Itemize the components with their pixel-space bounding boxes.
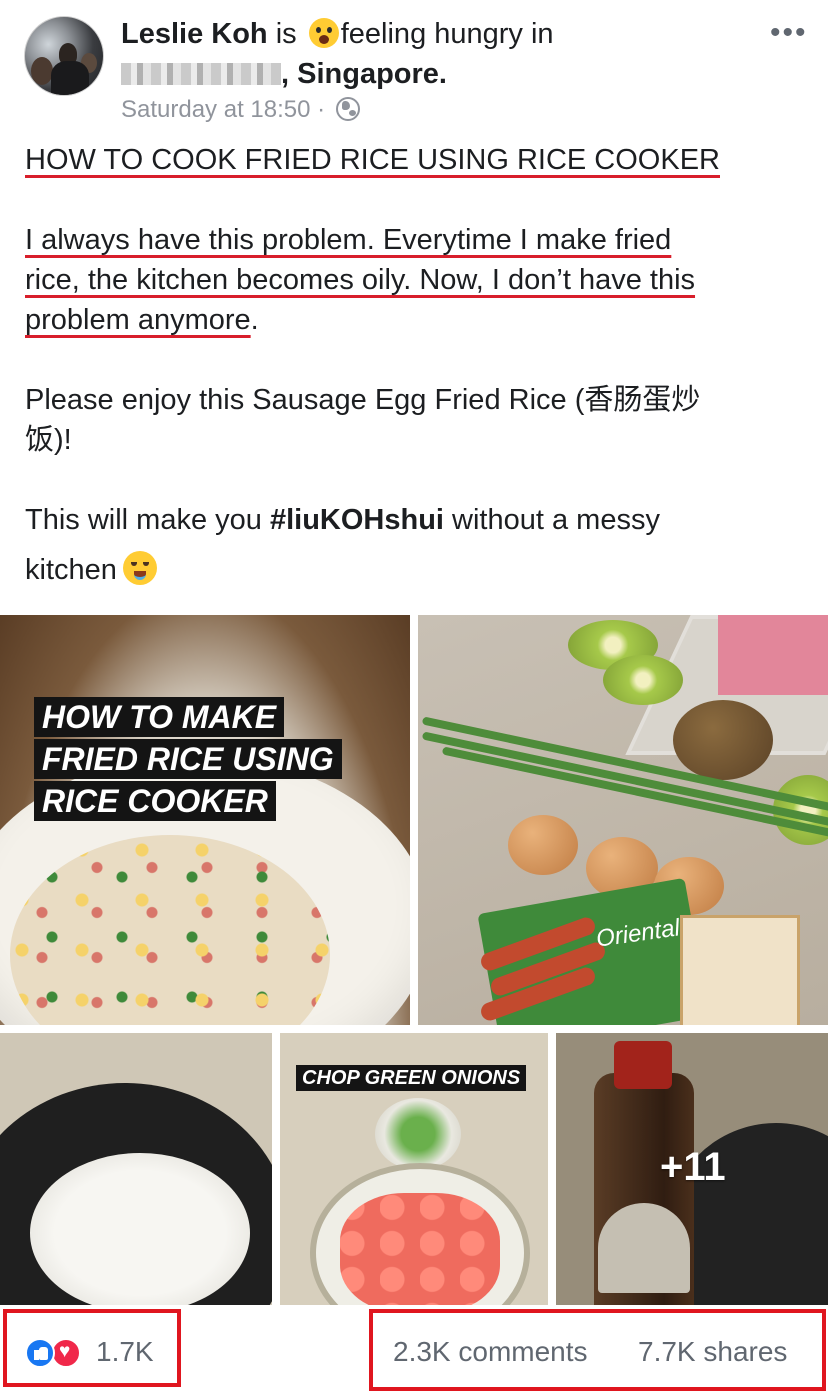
more-photos-count: +11	[660, 1145, 726, 1189]
body-line-1: I always have this problem. Everytime I …	[25, 224, 672, 256]
body-line-7: kitchen	[25, 554, 117, 586]
meta-separator: ·	[317, 96, 326, 123]
body-line-6-start: This will make you	[25, 504, 270, 536]
post-title: HOW TO COOK FRIED RICE USING RICE COOKER	[25, 144, 720, 176]
drooling-face-emoji-icon	[122, 551, 157, 585]
location-name[interactable]: , Singapore.	[281, 58, 447, 90]
post-headline: Leslie Koh is feeling hungry in	[121, 16, 554, 52]
author-name[interactable]: Leslie Koh	[121, 18, 268, 50]
reactions-count[interactable]: 1.7K	[96, 1335, 154, 1369]
location-line: , Singapore.	[121, 56, 447, 92]
globe-icon	[335, 97, 360, 121]
photo-5-more[interactable]: +11	[556, 1033, 828, 1305]
body-line-5: 饭)!	[25, 424, 72, 456]
post-header: Leslie Koh is feeling hungry in , Singap…	[0, 0, 828, 140]
photo-1-caption-line-2: FRIED RICE USING	[34, 739, 342, 779]
shares-count[interactable]: 7.7K shares	[638, 1335, 787, 1369]
photo-4[interactable]: CHOP GREEN ONIONS	[280, 1033, 548, 1305]
photo-1-caption-line-1: HOW TO MAKE	[34, 697, 285, 737]
body-line-4: Please enjoy this Sausage Egg Fried Rice…	[25, 384, 701, 416]
body-line-3: problem anymore	[25, 304, 251, 336]
comments-count[interactable]: 2.3K comments	[393, 1335, 588, 1369]
body-line-2: rice, the kitchen becomes oily. Now, I d…	[25, 264, 696, 296]
post-timestamp[interactable]: Saturday at 18:50	[121, 96, 310, 123]
photo-1[interactable]: HOW TO MAKE FRIED RICE USING RICE COOKER	[0, 615, 410, 1025]
feeling-emoji-icon	[308, 18, 339, 48]
photo-4-caption: CHOP GREEN ONIONS	[296, 1065, 527, 1091]
photo-2[interactable]: Oriental	[418, 615, 828, 1025]
photo-3[interactable]	[0, 1033, 272, 1305]
redacted-location	[121, 63, 281, 85]
like-icon	[25, 1338, 55, 1368]
post-stats-bar: 1.7K 2.3K comments 7.7K shares	[0, 1305, 828, 1395]
more-options-icon[interactable]: •••	[770, 18, 810, 48]
activity-text: feeling hungry in	[340, 18, 554, 50]
photo-1-caption-line-3: RICE COOKER	[34, 781, 276, 821]
hashtag-link[interactable]: #liuKOHshui	[270, 504, 444, 536]
activity-prefix: is	[275, 18, 297, 50]
post-meta: Saturday at 18:50 ·	[121, 96, 360, 124]
body-line-3-end: .	[250, 304, 259, 336]
love-icon	[51, 1338, 81, 1368]
author-avatar[interactable]	[24, 16, 104, 96]
body-line-6-end: without a messy	[443, 504, 660, 536]
